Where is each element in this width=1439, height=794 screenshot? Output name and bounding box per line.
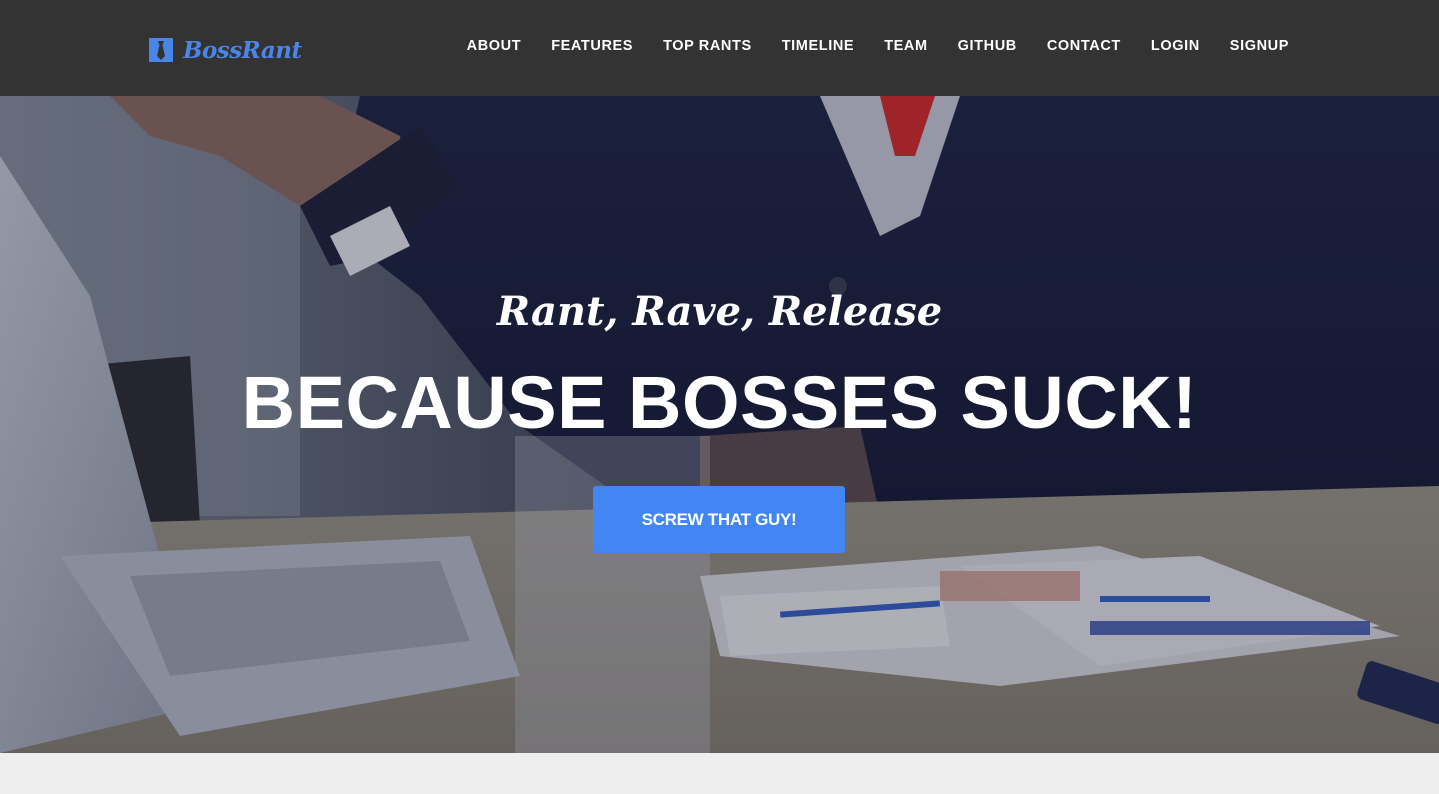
nav-contact[interactable]: CONTACT (1047, 38, 1121, 54)
main-nav: ABOUT FEATURES TOP RANTS TIMELINE TEAM G… (467, 0, 1289, 92)
nav-team[interactable]: TEAM (884, 38, 927, 54)
nav-signup[interactable]: SIGNUP (1230, 38, 1289, 54)
below-fold-section (0, 753, 1439, 794)
nav-login[interactable]: LOGIN (1151, 38, 1200, 54)
hero-title: BECAUSE BOSSES SUCK! (241, 361, 1198, 444)
nav-top-rants[interactable]: TOP RANTS (663, 38, 752, 54)
brand-name: BossRant (183, 36, 302, 64)
nav-about[interactable]: ABOUT (467, 38, 522, 54)
navbar: BossRant ABOUT FEATURES TOP RANTS TIMELI… (0, 0, 1439, 96)
hero-subtitle: Rant, Rave, Release (496, 288, 943, 335)
nav-features[interactable]: FEATURES (551, 38, 633, 54)
cta-button[interactable]: SCREW THAT GUY! (593, 486, 845, 553)
brand-logo-link[interactable]: BossRant (149, 36, 302, 64)
necktie-icon (149, 38, 173, 62)
hero-section: Rant, Rave, Release BECAUSE BOSSES SUCK!… (0, 96, 1439, 753)
nav-timeline[interactable]: TIMELINE (782, 38, 854, 54)
nav-github[interactable]: GITHUB (958, 38, 1017, 54)
hero-content: Rant, Rave, Release BECAUSE BOSSES SUCK!… (0, 96, 1439, 753)
